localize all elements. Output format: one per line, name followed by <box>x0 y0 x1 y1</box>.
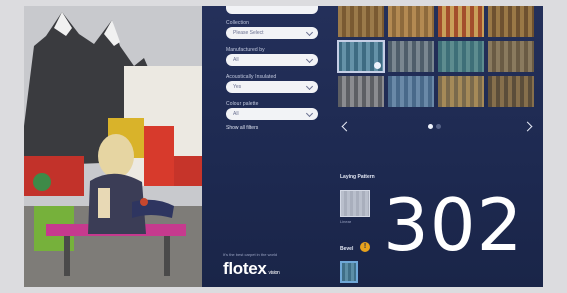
filter-list: Collection Please Select Manufactured by… <box>226 6 326 131</box>
filter-acoustic: Acoustically Insulated Yes <box>226 74 326 93</box>
filter-collection: Collection Please Select <box>226 20 326 39</box>
chevron-left-icon <box>341 121 352 132</box>
swatch-grid <box>337 6 538 109</box>
show-all-filters-link[interactable]: Show all filters <box>226 125 326 131</box>
carousel-next-button[interactable] <box>522 120 534 134</box>
filter-label: Acoustically Insulated <box>226 74 277 80</box>
chevron-right-icon <box>522 121 533 132</box>
manufacturer-select[interactable]: All <box>226 54 318 66</box>
select-value: All <box>233 111 239 117</box>
filter-label: Collection <box>226 20 249 26</box>
carpet-swatch[interactable] <box>438 6 484 37</box>
carpet-swatch[interactable] <box>388 76 434 107</box>
brand-tagline: It's the best carpet in the world <box>223 252 278 257</box>
laying-pattern-title: Laying Pattern <box>340 174 375 180</box>
laying-pattern-option[interactable] <box>340 190 370 217</box>
chevron-down-icon <box>305 55 314 64</box>
filter-label: Manufactured by <box>226 47 265 53</box>
laying-pattern-caption: Linear <box>340 219 352 224</box>
check-icon <box>374 62 381 69</box>
hero-photo <box>24 6 202 287</box>
filter-select-previous[interactable] <box>226 6 318 14</box>
carpet-swatch[interactable] <box>337 40 385 73</box>
info-icon[interactable]: ! <box>360 242 370 252</box>
filter-manufacturer: Manufactured by All <box>226 47 326 66</box>
carpet-swatch[interactable] <box>488 76 534 107</box>
brand-logo-suffix: vision <box>268 270 280 276</box>
brand-logo: flotex vision <box>223 259 280 279</box>
select-value: All <box>233 57 239 63</box>
chevron-down-icon <box>305 82 314 91</box>
collection-select[interactable]: Please Select <box>226 27 318 39</box>
hero-photo-illustration <box>24 6 202 287</box>
select-value: Yes <box>233 84 242 90</box>
carpet-swatch[interactable] <box>488 6 534 37</box>
colour-select[interactable]: All <box>226 108 318 120</box>
filter-colour: Colour palette All <box>226 101 326 120</box>
page-number: 302 <box>383 183 524 267</box>
chevron-down-icon <box>305 109 314 118</box>
carpet-swatch[interactable] <box>388 6 434 37</box>
chevron-down-icon <box>305 28 314 37</box>
carousel-prev-button[interactable] <box>340 120 352 134</box>
carpet-swatch[interactable] <box>388 41 434 72</box>
carousel-dot[interactable] <box>428 124 433 129</box>
carousel-dot[interactable] <box>436 124 441 129</box>
carpet-swatch[interactable] <box>338 6 384 37</box>
brand-block: It's the best carpet in the world flotex… <box>223 252 280 279</box>
carpet-swatch[interactable] <box>438 41 484 72</box>
carpet-swatch[interactable] <box>338 76 384 107</box>
brand-logo-text: flotex <box>223 259 267 278</box>
acoustic-select[interactable]: Yes <box>226 81 318 93</box>
page-frame: Collection Please Select Manufactured by… <box>0 0 567 293</box>
filter-label: Colour palette <box>226 101 259 107</box>
carpet-swatch[interactable] <box>488 41 534 72</box>
carpet-swatch[interactable] <box>438 76 484 107</box>
select-value: Please Select <box>233 30 264 36</box>
bevel-label: Bevel <box>340 246 354 252</box>
carousel-dots <box>428 124 441 129</box>
bevel-option[interactable] <box>340 261 358 283</box>
